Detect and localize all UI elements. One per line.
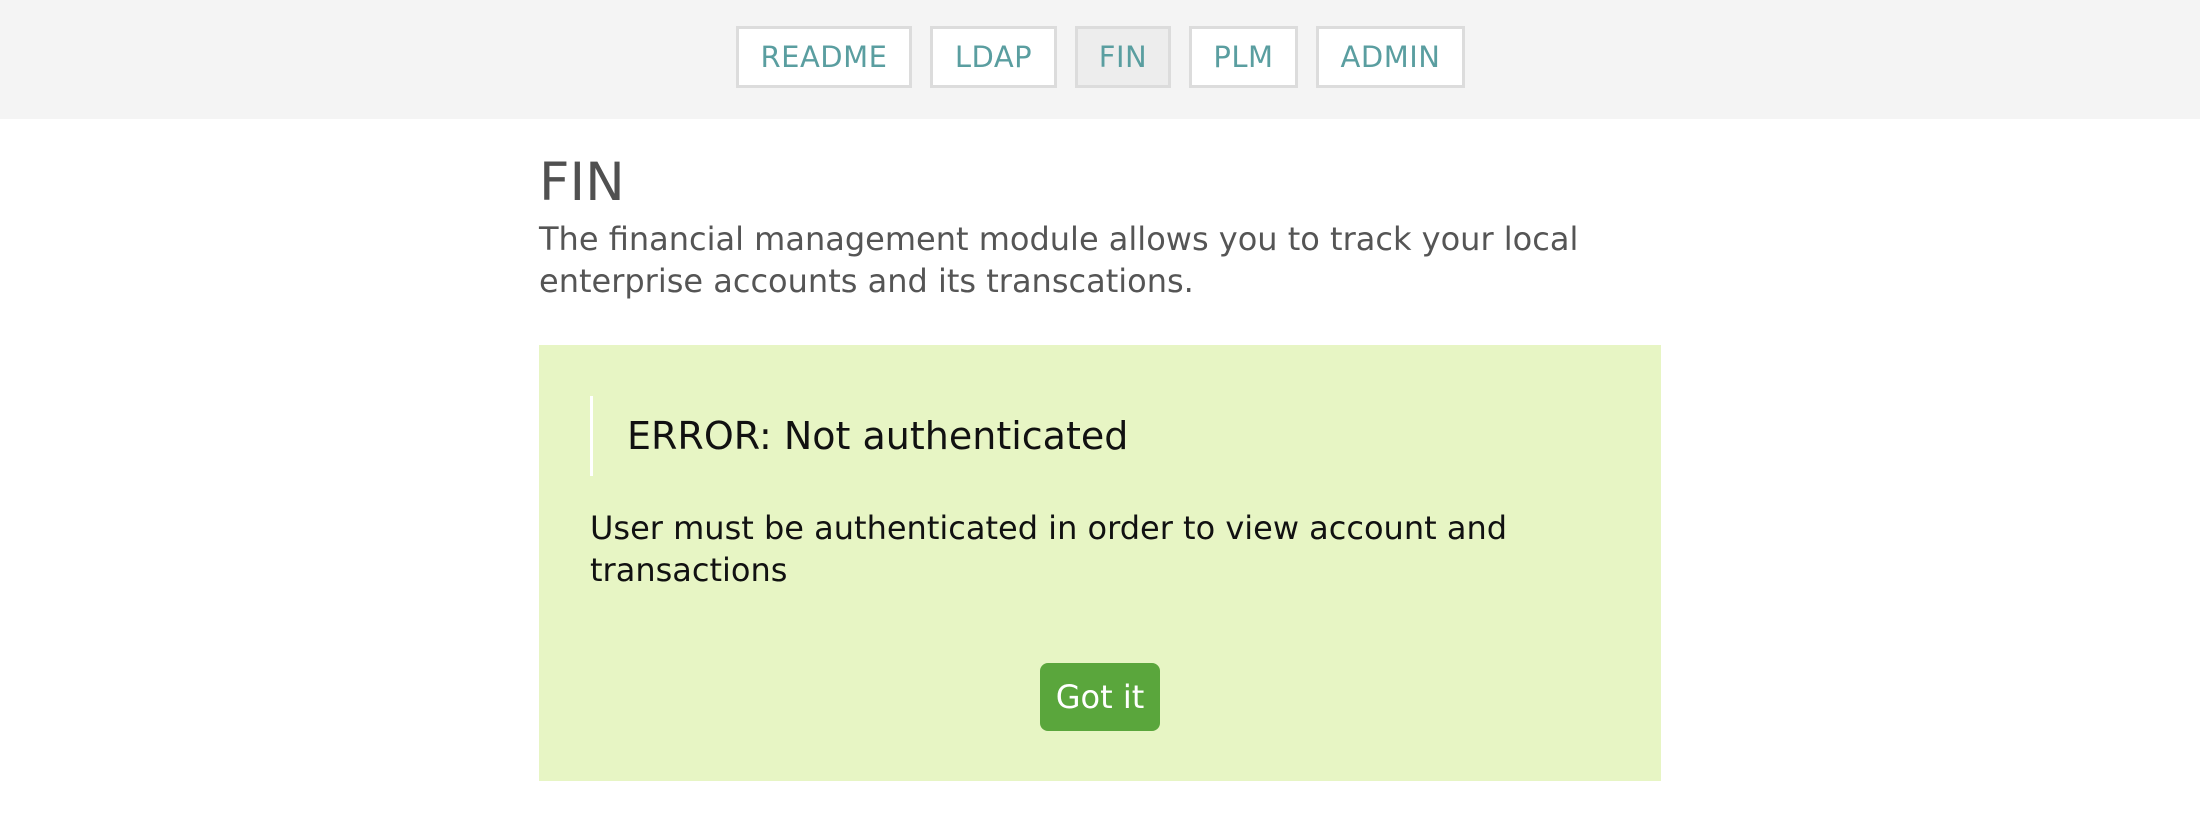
alert-message: User must be authenticated in order to v… bbox=[590, 509, 1508, 589]
got-it-button[interactable]: Got it bbox=[1040, 663, 1160, 731]
nav-button-admin[interactable]: ADMIN bbox=[1316, 26, 1465, 88]
top-navigation-bar: README LDAP FIN PLM ADMIN bbox=[0, 0, 2200, 119]
nav-button-plm[interactable]: PLM bbox=[1189, 26, 1298, 88]
error-alert: ERROR: Not authenticated User must be au… bbox=[539, 345, 1661, 781]
module-nav: README LDAP FIN PLM ADMIN bbox=[0, 26, 2200, 92]
page-description: The financial management module allows y… bbox=[539, 220, 1579, 300]
nav-button-readme[interactable]: README bbox=[736, 26, 912, 88]
alert-heading: ERROR: Not authenticated bbox=[590, 396, 1128, 476]
nav-button-fin[interactable]: FIN bbox=[1075, 26, 1171, 88]
page-title: FIN bbox=[539, 152, 625, 213]
nav-button-ldap[interactable]: LDAP bbox=[930, 26, 1057, 88]
